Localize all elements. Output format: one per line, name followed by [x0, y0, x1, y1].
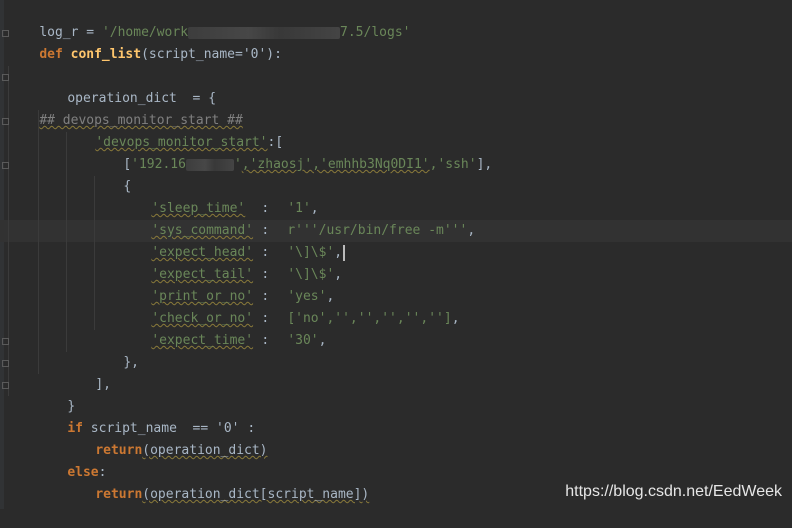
code-line-8: { [92, 154, 792, 194]
code-line-2: def conf_list(script_name='0'): [8, 22, 788, 62]
function-name: conf_list [70, 47, 142, 62]
code-line-9: 'sleep_time': '1', [120, 176, 792, 216]
code-editor[interactable]: log_r = '/home/work 7.5/logs' def conf_li… [0, 0, 792, 509]
code-line-21: else: [36, 440, 792, 480]
fold-marker-icon[interactable] [2, 74, 9, 81]
code-line-11: 'expect_head': '\]\$', [120, 220, 792, 261]
fold-marker-icon[interactable] [2, 338, 9, 345]
code-line-13: 'print_or_no':'yes', [120, 264, 792, 304]
code-line-1: log_r = '/home/work 7.5/logs' [8, 0, 788, 40]
code-line-20: return(operation_dict) [64, 418, 792, 458]
code-line-14: 'check_or_no': ['no','','','','',''], [120, 286, 792, 326]
code-line-15: 'expect_time': '30', [120, 308, 792, 348]
code-line-6: 'devops_monitor_start':[ [64, 110, 792, 150]
fold-marker-icon[interactable] [2, 382, 9, 389]
return-expr: (operation_dict[script_name]) [142, 487, 370, 502]
code-line-18: } [36, 374, 792, 414]
fold-marker-icon[interactable] [2, 30, 9, 37]
code-line-16: }, [92, 330, 792, 370]
watermark: https://blog.csdn.net/EedWeek [565, 483, 782, 500]
fold-marker-icon[interactable] [2, 162, 9, 169]
code-line-4: operation_dict = { [36, 66, 792, 106]
code-line-17: ], [64, 352, 792, 392]
code-line-7: ['192.16 ','zhaosj','emhhb3Nq0DI1','ssh']… [92, 132, 792, 172]
code-line-5: ## devops_monitor_start ## [8, 88, 788, 128]
fold-marker-icon[interactable] [2, 118, 9, 125]
keyword-return: return [95, 487, 143, 502]
code-line-19: if script_name == '0' : [36, 396, 792, 436]
function-params: (script_name='0'): [141, 47, 282, 62]
keyword-def: def [39, 47, 63, 62]
code-line-10: 'sys_command': r'''/usr/bin/free -m''', [120, 198, 792, 238]
code-line-12: 'expect_tail': '\]\$', [120, 242, 792, 282]
code-line-22: return(operation_dict[script_name]) [64, 462, 792, 502]
fold-marker-icon[interactable] [2, 360, 9, 367]
indent-guide [38, 110, 39, 374]
